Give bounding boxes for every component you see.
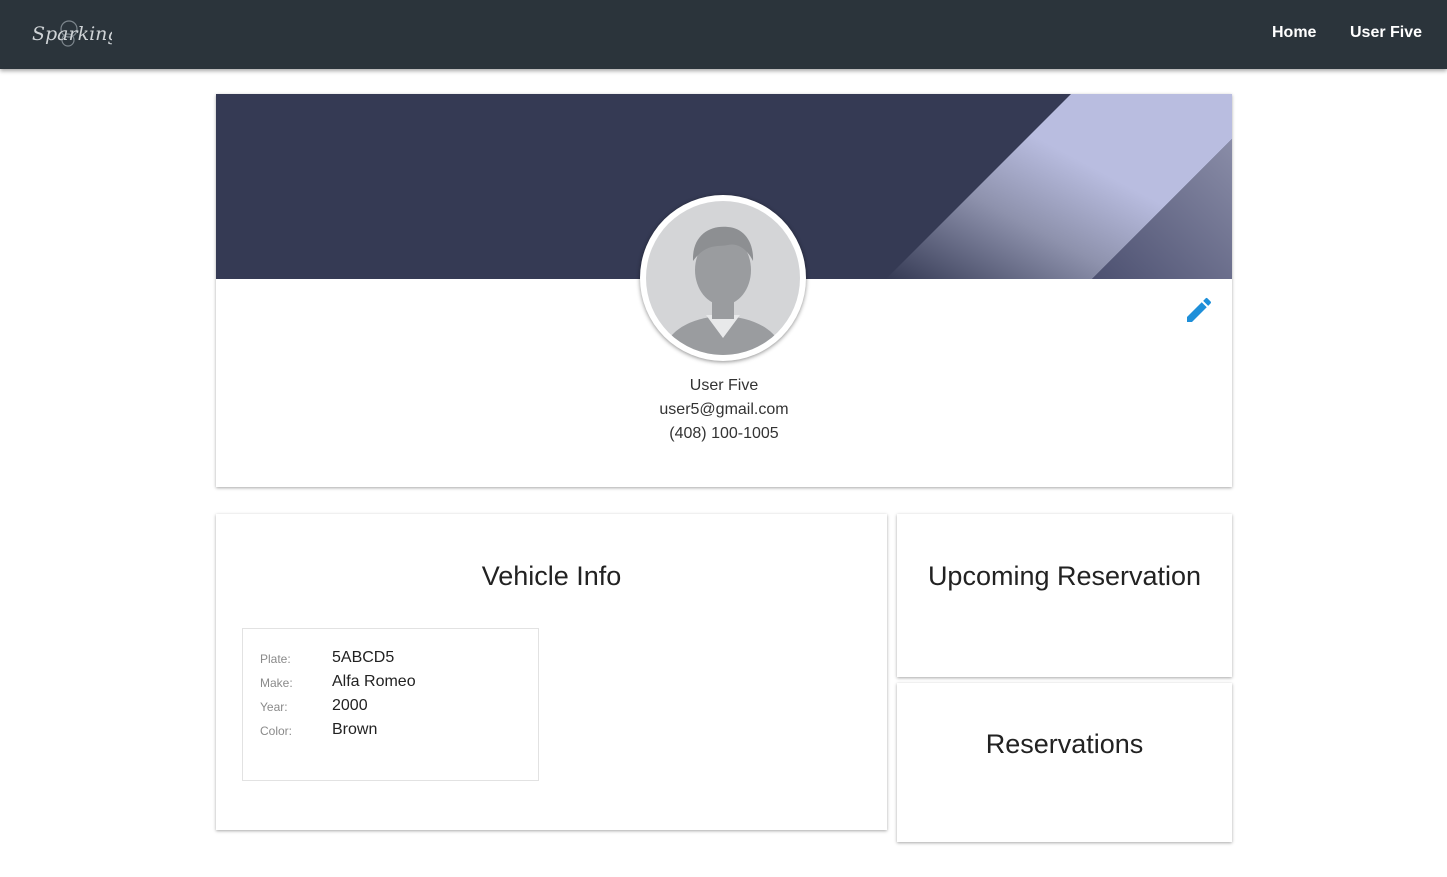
nav-home-link[interactable]: Home bbox=[1272, 24, 1316, 42]
user-silhouette-icon bbox=[646, 201, 800, 355]
vehicle-field-label: Plate: bbox=[260, 652, 291, 666]
profile-card: User Five user5@gmail.com (408) 100-1005 bbox=[216, 94, 1232, 487]
reservations-card[interactable]: Reservations bbox=[897, 683, 1232, 842]
vehicle-field-value: Brown bbox=[332, 721, 378, 738]
vehicle-field-value: Alfa Romeo bbox=[332, 673, 416, 690]
vehicle-field-label: Color: bbox=[260, 724, 293, 738]
profile-email: user5@gmail.com bbox=[659, 401, 789, 418]
reservations-title: Reservations bbox=[985, 729, 1144, 759]
upcoming-reservation-title: Upcoming Reservation bbox=[927, 561, 1202, 591]
profile-name: User Five bbox=[689, 377, 759, 394]
pencil-icon[interactable] bbox=[1183, 294, 1215, 326]
top-navbar: Sparking Home User Five bbox=[0, 0, 1447, 69]
logo-text: Sparking bbox=[32, 23, 112, 45]
profile-phone: (408) 100-1005 bbox=[669, 425, 779, 442]
avatar bbox=[640, 195, 806, 361]
vehicle-info-card: Vehicle Info Plate: 5ABCD5 Make: Alfa Ro… bbox=[216, 514, 887, 830]
vehicle-field-value: 5ABCD5 bbox=[332, 649, 395, 666]
vehicle-info-title: Vehicle Info bbox=[481, 561, 622, 591]
vehicle-field-label: Make: bbox=[260, 676, 293, 690]
upcoming-reservation-card[interactable]: Upcoming Reservation bbox=[897, 514, 1232, 677]
sparking-logo[interactable]: Sparking bbox=[32, 14, 112, 54]
nav-user-link[interactable]: User Five bbox=[1350, 24, 1422, 42]
vehicle-details-box[interactable]: Plate: 5ABCD5 Make: Alfa Romeo Year: 200… bbox=[242, 628, 539, 781]
vehicle-field-label: Year: bbox=[260, 700, 288, 714]
vehicle-field-value: 2000 bbox=[332, 697, 368, 714]
